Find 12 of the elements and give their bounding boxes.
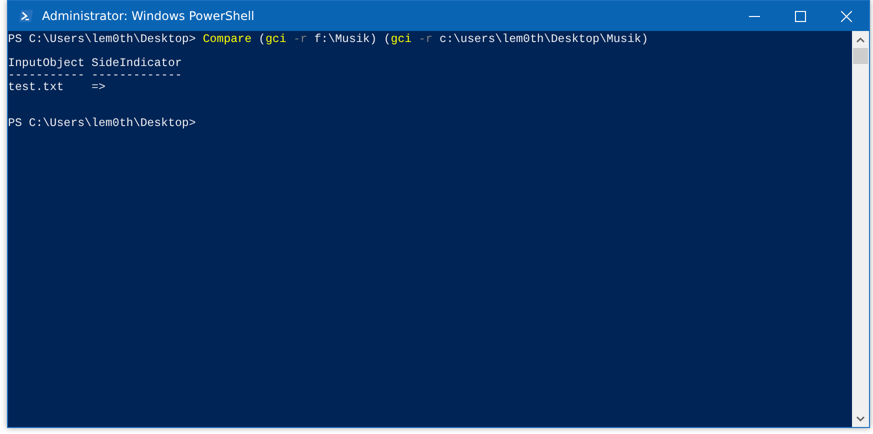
output-line: InputObject SideIndicator (8, 57, 182, 70)
scroll-thumb[interactable] (853, 48, 868, 64)
close-icon (840, 10, 852, 22)
output-line: ----------- ------------- (8, 69, 182, 82)
prompt: PS C:\Users\lem0th\Desktop> (8, 117, 196, 130)
prompt: PS C:\Users\lem0th\Desktop> (8, 33, 196, 46)
powershell-icon (18, 8, 34, 24)
window-title: Administrator: Windows PowerShell (42, 9, 256, 23)
scrollbar[interactable] (852, 31, 869, 427)
output-line: test.txt => (8, 81, 106, 94)
maximize-icon (794, 10, 806, 22)
command-text: Compare (gci -r f:\Musik) (gci -r c:\users\lem0th\Desktop\Musik) (202, 33, 648, 46)
